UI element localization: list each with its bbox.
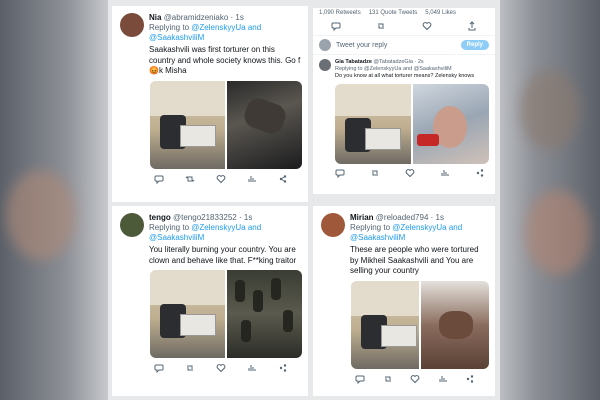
replying-to: Replying to @ZelenskyyUa and @Saakashvil… xyxy=(350,223,463,242)
timestamp[interactable]: · 1s xyxy=(231,13,244,22)
retweet-icon[interactable] xyxy=(370,168,380,178)
user-handle[interactable]: @reloaded794 xyxy=(376,213,429,222)
user-handle[interactable]: @TabatadzeGia · 2s xyxy=(373,59,423,65)
reply-icon[interactable] xyxy=(154,363,164,373)
reply-icon[interactable] xyxy=(154,174,164,184)
tweet-actions xyxy=(150,169,302,184)
tweet-media[interactable] xyxy=(150,80,302,169)
tweet-text: Do you know at all what torturer means? … xyxy=(335,73,475,79)
reply-icon[interactable] xyxy=(331,21,341,31)
tweet-stats: 1,090 Retweets 131 Quote Tweets 5,049 Li… xyxy=(319,10,456,16)
display-name[interactable]: Nia xyxy=(149,13,161,22)
reply-icon[interactable] xyxy=(355,374,365,384)
tweet-text: These are people who were tortured by Mi… xyxy=(350,245,479,275)
replying-to: Replying to @ZelenskyyUa and @Saakashvil… xyxy=(149,223,262,242)
retweet-icon[interactable] xyxy=(383,374,393,384)
share-icon[interactable] xyxy=(278,363,288,373)
like-icon[interactable] xyxy=(422,21,432,31)
share-icon[interactable] xyxy=(278,174,288,184)
mention-link[interactable]: @ZelenskyyUa and xyxy=(392,223,462,232)
reply-button[interactable]: Reply xyxy=(460,40,489,50)
photo-room[interactable] xyxy=(150,80,225,169)
mini-tweet-thread: 1,090 Retweets 131 Quote Tweets 5,049 Li… xyxy=(313,8,495,194)
mention-link[interactable]: @ZelenskyyUa and xyxy=(191,223,261,232)
blurred-face xyxy=(520,70,580,150)
timestamp[interactable]: · 1s xyxy=(431,213,444,222)
like-icon[interactable] xyxy=(216,363,226,373)
tweet-card-mirian[interactable]: Mirian @reloaded794 · 1s Replying to @Ze… xyxy=(313,206,495,396)
mini-reply[interactable]: Gia Tabatadze @TabatadzeGia · 2s Replyin… xyxy=(313,55,495,80)
views-icon[interactable] xyxy=(247,363,257,373)
retweet-icon[interactable] xyxy=(376,21,386,31)
display-name[interactable]: tengo xyxy=(149,213,171,222)
avatar xyxy=(319,39,331,51)
views-icon[interactable] xyxy=(247,174,257,184)
photo-room[interactable] xyxy=(150,270,225,358)
photo-room[interactable] xyxy=(351,280,419,369)
tweet-card-tengo[interactable]: tengo @tengo21833252 · 1s Replying to @Z… xyxy=(112,206,308,396)
like-icon[interactable] xyxy=(405,168,415,178)
avatar[interactable] xyxy=(120,13,144,37)
screenshot-collage: Nia @abramidzeniako · 1s Replying to @Ze… xyxy=(108,0,500,400)
display-name[interactable]: Mirian xyxy=(350,213,374,222)
share-icon[interactable] xyxy=(467,21,477,31)
tweet-card-nia[interactable]: Nia @abramidzeniako · 1s Replying to @Ze… xyxy=(112,6,308,202)
tweet-text: You literally burning your country. You … xyxy=(149,245,297,265)
retweet-icon[interactable] xyxy=(185,174,195,184)
mention-link[interactable]: @SaakashviliM xyxy=(149,33,204,42)
mention-link[interactable]: @ZelenskyyUa and xyxy=(191,23,261,32)
avatar[interactable] xyxy=(319,59,331,71)
tweet-media[interactable] xyxy=(351,280,489,369)
avatar[interactable] xyxy=(120,213,144,237)
tweet-media[interactable] xyxy=(335,84,489,164)
mention-link[interactable]: @SaakashviliM xyxy=(149,233,204,242)
photo-detained-people[interactable] xyxy=(227,80,302,169)
user-handle[interactable]: @abramidzeniako xyxy=(164,13,229,22)
like-icon[interactable] xyxy=(410,374,420,384)
share-icon[interactable] xyxy=(465,374,475,384)
replying-to: Replying to @ZelenskyyUa and @Saakashvil… xyxy=(335,66,452,72)
photo-hospital-interview[interactable] xyxy=(413,84,489,164)
retweet-icon[interactable] xyxy=(185,363,195,373)
avatar[interactable] xyxy=(321,213,345,237)
reply-composer[interactable]: Tweet your reply Reply xyxy=(313,35,495,55)
views-icon[interactable] xyxy=(438,374,448,384)
tweet-actions xyxy=(313,164,495,178)
tweet-media[interactable] xyxy=(150,270,302,358)
replying-to: Replying to @ZelenskyyUa and @Saakashvil… xyxy=(149,23,262,42)
blurred-face xyxy=(6,170,76,260)
tweet-actions xyxy=(351,369,489,384)
display-name[interactable]: Gia Tabatadze xyxy=(335,59,372,65)
timestamp[interactable]: · 1s xyxy=(239,213,252,222)
like-icon[interactable] xyxy=(216,174,226,184)
photo-crowd-arrest[interactable] xyxy=(227,270,302,358)
reply-icon[interactable] xyxy=(335,168,345,178)
user-handle[interactable]: @tengo21833252 xyxy=(173,213,237,222)
blurred-face xyxy=(525,190,590,275)
tweet-text: Saakashvili was first torturer on this c… xyxy=(149,45,301,75)
compose-placeholder[interactable]: Tweet your reply xyxy=(336,42,387,49)
tweet-actions xyxy=(150,358,302,373)
photo-room[interactable] xyxy=(335,84,411,164)
views-icon[interactable] xyxy=(440,168,450,178)
share-icon[interactable] xyxy=(475,168,485,178)
mention-link[interactable]: @SaakashviliM xyxy=(350,233,405,242)
photo-injured-man[interactable] xyxy=(421,280,489,369)
mini-actions xyxy=(313,18,495,35)
